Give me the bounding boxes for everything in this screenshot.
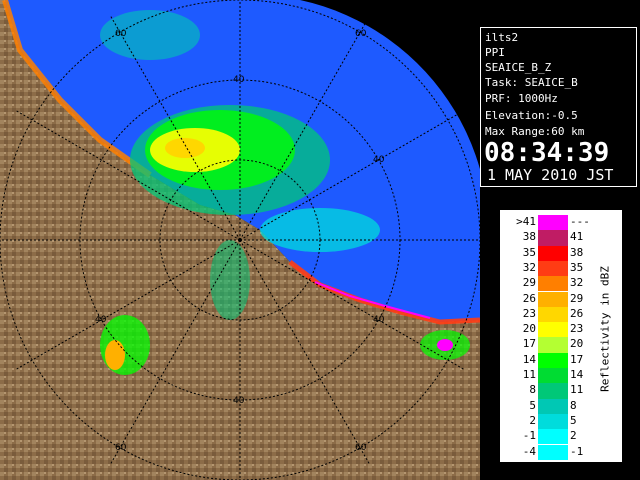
scale-color-swatch	[538, 322, 568, 338]
inland-echo-2	[105, 340, 125, 370]
scale-min-label: 14	[522, 352, 536, 366]
scale-color-swatch	[538, 429, 568, 445]
scale-min-label: 17	[522, 337, 536, 351]
scale-color-swatch	[538, 337, 568, 353]
info-panel: ilts2 PPI SEAICE_B_Z Task: SEAICE_B PRF:…	[480, 27, 637, 187]
scale-color-swatch	[538, 260, 568, 277]
scale-color-swatch	[538, 383, 568, 399]
inland-echo-1	[100, 315, 150, 375]
scale-color-swatch	[538, 215, 568, 231]
radar-ppi-display: 60 60 40 40 40 40 40 60 60	[0, 0, 480, 480]
ring-label: 60	[355, 443, 367, 453]
scale-min-label: 26	[522, 291, 536, 305]
scale-color-swatch	[538, 413, 568, 430]
scale-color-swatch	[538, 352, 568, 368]
ring-label: 60	[115, 29, 127, 39]
inland-echo-3	[210, 240, 250, 320]
scale-color-swatch	[538, 368, 568, 384]
scale-min-label: 11	[522, 368, 536, 381]
scale-row: -1 2	[500, 429, 622, 445]
inland-echo-5	[437, 339, 453, 351]
scale-min-label: 32	[522, 260, 536, 274]
scale-max-label: ---	[570, 215, 590, 228]
scale-min-label: 8	[529, 383, 536, 397]
scale-color-swatch	[538, 230, 568, 246]
prf-value: PRF: 1000Hz	[485, 92, 558, 105]
scale-min-label: >41	[516, 215, 536, 228]
scale-max-label: -1	[570, 444, 584, 458]
ring-label: 60	[355, 29, 367, 39]
unit-text: Reflectivity in dBZ	[598, 266, 612, 392]
scan-time: 08:34:39	[484, 138, 610, 168]
echo-cluster-orange	[165, 138, 205, 158]
scale-color-swatch	[538, 276, 568, 292]
scale-color-swatch	[538, 444, 568, 460]
ring-label: 40	[233, 75, 245, 85]
scale-color-swatch	[538, 398, 568, 414]
scale-min-label: 20	[522, 322, 536, 336]
scale-min-label: -1	[522, 429, 536, 443]
ring-label: 40	[373, 315, 385, 325]
site-name: ilts2	[485, 31, 519, 44]
max-range-value: Max Range:60 km	[485, 125, 585, 138]
field-name: SEAICE_B_Z	[485, 61, 552, 74]
ring-label: 40	[95, 315, 107, 325]
scale-min-label: 2	[529, 413, 536, 427]
ring-label: 60	[115, 443, 127, 453]
scale-row: >41 ---	[500, 215, 622, 231]
scale-min-label: 5	[529, 398, 536, 412]
scale-unit-label: Reflectivity in dBZ	[590, 229, 620, 429]
scale-color-swatch	[538, 291, 568, 307]
scale-min-label: 29	[522, 276, 536, 290]
task-name: Task: SEAICE_B	[485, 76, 578, 89]
scale-min-label: 23	[522, 306, 536, 320]
product-type: PPI	[485, 46, 505, 59]
ring-label: 40	[373, 155, 385, 165]
elevation-value: Elevation:-0.5	[485, 109, 578, 122]
scan-date: 1 MAY 2010 JST	[487, 166, 614, 184]
scale-min-label: -4	[522, 444, 536, 458]
scale-color-swatch	[538, 306, 568, 323]
scale-max-label: 2	[570, 429, 577, 443]
ring-label: 40	[233, 396, 245, 406]
scale-min-label: 35	[522, 245, 536, 259]
scale-min-label: 38	[522, 230, 536, 244]
scale-row: -4 -1	[500, 444, 622, 460]
scale-color-swatch	[538, 245, 568, 261]
